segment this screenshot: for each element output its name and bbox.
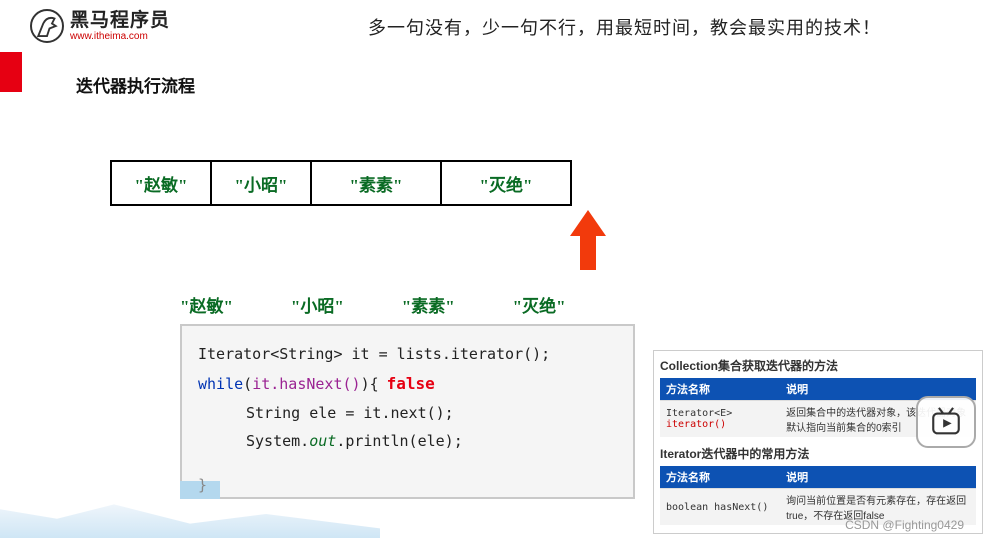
th-method: 方法名称 bbox=[660, 378, 780, 401]
code-line: while(it.hasNext()){false bbox=[198, 369, 617, 399]
array-row: "赵敏" "小昭" "素素" "灭绝" bbox=[110, 160, 572, 206]
array-cell: "素素" bbox=[312, 162, 442, 204]
iter-item: "素素" bbox=[402, 292, 455, 317]
watermark: CSDN @Fighting0429 bbox=[845, 518, 964, 532]
methods-table-2: 方法名称 说明 boolean hasNext() 询问当前位置是否有元素存在，… bbox=[660, 466, 976, 525]
array-cell: "灭绝" bbox=[442, 162, 572, 204]
iter-item: "灭绝" bbox=[513, 292, 566, 317]
horse-icon bbox=[30, 9, 64, 43]
bilibili-play-button[interactable] bbox=[916, 396, 976, 448]
array-cell: "赵敏" bbox=[112, 162, 212, 204]
code-line: } bbox=[182, 471, 207, 500]
accent-bar bbox=[0, 52, 22, 92]
false-annotation: false bbox=[387, 374, 435, 393]
section-title: 迭代器执行流程 bbox=[76, 72, 195, 97]
header: 黑马程序员 www.itheima.com 多一句没有，少一句不行，用最短时间，… bbox=[0, 0, 994, 46]
logo-text: 黑马程序员 bbox=[70, 11, 170, 30]
code-line: System.out.println(ele); bbox=[198, 427, 617, 456]
th-method: 方法名称 bbox=[660, 466, 780, 489]
code-block: Iterator<String> it = lists.iterator(); … bbox=[180, 324, 635, 499]
side-title-1: Collection集合获取迭代器的方法 bbox=[660, 357, 976, 374]
logo-url: www.itheima.com bbox=[70, 32, 170, 42]
code-line: Iterator<String> it = lists.iterator(); bbox=[198, 340, 617, 369]
arrow-up-icon bbox=[570, 210, 606, 270]
iter-item: "赵敏" bbox=[180, 292, 233, 317]
code-line: String ele = it.next(); bbox=[198, 399, 617, 428]
array-cell: "小昭" bbox=[212, 162, 312, 204]
iter-item: "小昭" bbox=[291, 292, 344, 317]
tagline: 多一句没有，少一句不行，用最短时间，教会最实用的技术！ bbox=[368, 14, 881, 40]
iteration-outputs: "赵敏" "小昭" "素素" "灭绝" bbox=[180, 292, 566, 317]
logo: 黑马程序员 www.itheima.com bbox=[30, 9, 170, 43]
th-desc: 说明 bbox=[780, 466, 976, 489]
